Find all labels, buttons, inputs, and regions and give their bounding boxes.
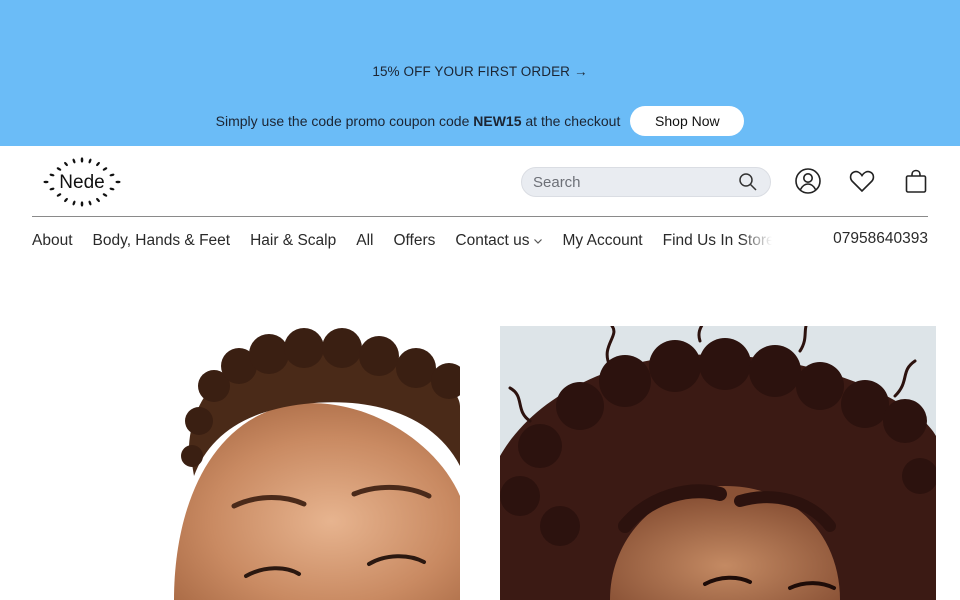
nav-item-hair-scalp[interactable]: Hair & Scalp	[250, 232, 336, 250]
nav-overflow-fade	[740, 228, 780, 254]
nav-item-all[interactable]: All	[356, 232, 373, 250]
heart-icon[interactable]	[848, 167, 876, 195]
search-icon[interactable]	[738, 172, 758, 192]
hero-card-left[interactable]	[24, 326, 460, 600]
main-nav: About Body, Hands & Feet Hair & Scalp Al…	[32, 230, 772, 252]
hero-image-curly-hair-woman	[500, 326, 936, 600]
header-divider	[32, 216, 928, 217]
arrow-right-icon: →	[574, 64, 588, 79]
brand-logo-text: Nede	[59, 172, 104, 193]
promo-text: Simply use the code promo coupon code NE…	[215, 113, 621, 129]
nav-item-contact-us[interactable]: Contact us	[455, 232, 542, 250]
promo-headline[interactable]: 15% OFF YOUR FIRST ORDER →	[0, 64, 960, 79]
nav-item-my-account[interactable]: My Account	[563, 232, 643, 250]
announcement-bar: 15% OFF YOUR FIRST ORDER → Simply use the…	[0, 0, 960, 146]
shop-now-button[interactable]: Shop Now	[630, 106, 745, 136]
account-icon[interactable]	[794, 167, 822, 195]
promo-code: NEW15	[473, 113, 522, 129]
search-input[interactable]	[533, 173, 733, 191]
nav-item-about[interactable]: About	[32, 232, 73, 250]
chevron-down-icon	[533, 239, 542, 244]
brand-logo[interactable]: Nede	[38, 156, 126, 208]
phone-number[interactable]: 07958640393	[833, 230, 928, 248]
promo-row: Simply use the code promo coupon code NE…	[0, 106, 960, 136]
hero-image-smiling-woman	[24, 326, 460, 600]
shopping-bag-icon[interactable]	[902, 167, 930, 195]
search-bar[interactable]	[521, 167, 771, 197]
nav-item-body-hands-feet[interactable]: Body, Hands & Feet	[93, 232, 231, 250]
nav-item-offers[interactable]: Offers	[393, 232, 435, 250]
sunburst-logo-icon: Nede	[43, 157, 121, 207]
hero-card-right[interactable]	[500, 326, 936, 600]
